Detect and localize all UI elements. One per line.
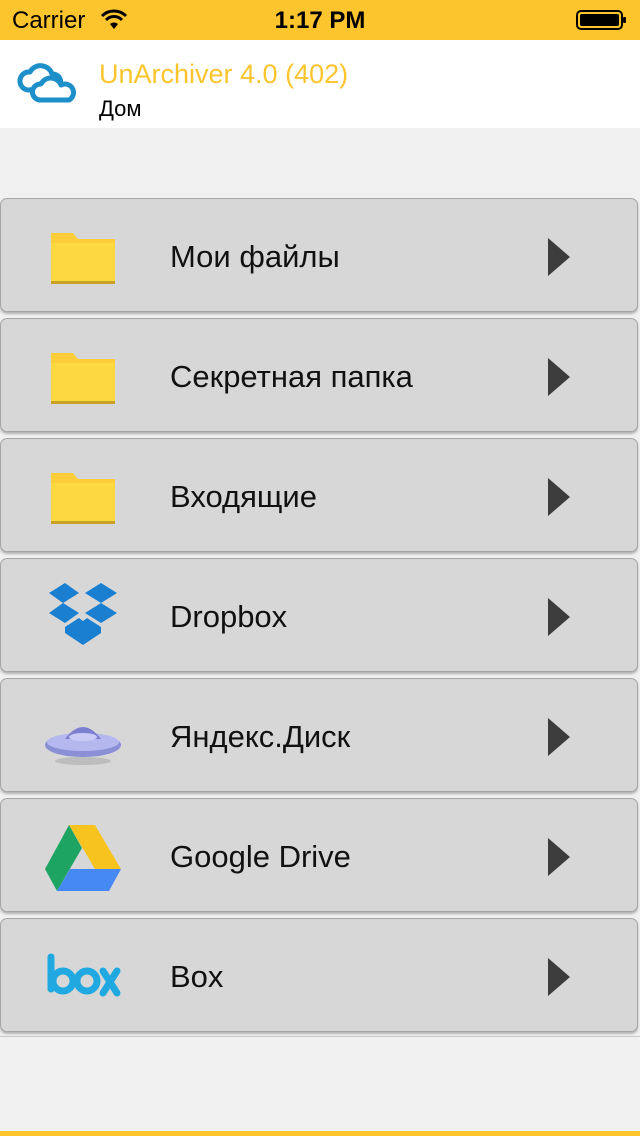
list-item-my-files[interactable]: Мои файлы [0,198,638,312]
status-bar: Carrier 1:17 PM [0,0,640,40]
bottom-accent-bar [0,1131,640,1136]
google-drive-icon [45,825,121,891]
list-item-dropbox[interactable]: Dropbox [0,558,638,672]
app-title: UnArchiver 4.0 (402) [99,59,349,89]
list-item-yandex-disk[interactable]: Яндекс.Диск [0,678,638,792]
clock: 1:17 PM [274,7,366,34]
list-item-label: Мои файлы [170,239,340,274]
list-item-box[interactable]: Box [0,918,638,1032]
box-icon [47,953,121,997]
list-divider [0,1036,640,1037]
folder-icon [51,233,115,284]
list-item-label: Dropbox [170,599,288,634]
chevron-right-icon [548,718,570,756]
chevron-right-icon [548,958,570,996]
list-item-label: Входящие [170,479,317,514]
list-item-secret-folder[interactable]: Секретная папка [0,318,638,432]
dropbox-icon [49,583,117,645]
folder-icon [51,473,115,524]
chevron-right-icon [548,478,570,516]
chevron-right-icon [548,238,570,276]
location-subtitle: Дом [99,96,142,121]
cloud-logo-icon [17,63,76,103]
list-item-inbox[interactable]: Входящие [0,438,638,552]
chevron-right-icon [548,598,570,636]
list-item-label: Секретная папка [170,359,413,394]
app-header: UnArchiver 4.0 (402) Дом [0,40,640,128]
list-item-google-drive[interactable]: Google Drive [0,798,638,912]
folder-icon [51,353,115,404]
yandex-disk-icon [45,727,121,765]
list-item-label: Box [170,959,224,994]
battery-icon [576,10,626,30]
chevron-right-icon [548,838,570,876]
list-item-label: Яндекс.Диск [170,719,351,754]
chevron-right-icon [548,358,570,396]
list-item-label: Google Drive [170,839,351,874]
